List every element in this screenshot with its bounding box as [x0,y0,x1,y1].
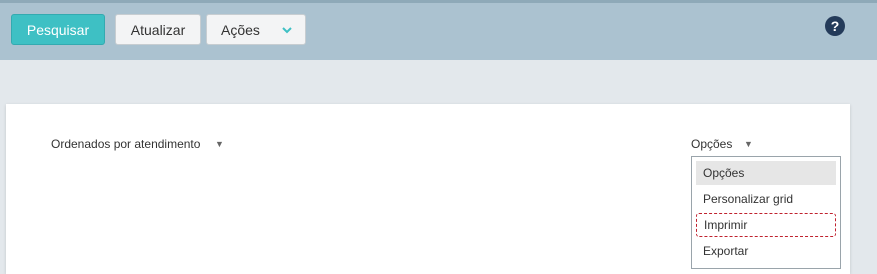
actions-dropdown-button[interactable]: Ações [206,14,306,45]
sort-selector[interactable]: Ordenados por atendimento [51,137,200,151]
options-dropdown-menu: Opções Personalizar grid Imprimir Export… [691,156,841,269]
actions-label: Ações [221,21,260,38]
chevron-down-icon [282,27,292,34]
options-selector[interactable]: Opções [691,137,732,151]
help-icon[interactable]: ? [825,16,845,36]
caret-down-icon[interactable]: ▼ [215,139,224,149]
menu-item-export[interactable]: Exportar [696,239,836,263]
menu-item-customize-grid[interactable]: Personalizar grid [696,187,836,211]
search-button[interactable]: Pesquisar [11,14,105,45]
toolbar: Pesquisar Atualizar Ações ? [0,0,877,60]
refresh-button[interactable]: Atualizar [115,14,201,45]
menu-item-options[interactable]: Opções [696,161,836,185]
menu-item-print[interactable]: Imprimir [696,213,836,237]
caret-down-icon[interactable]: ▼ [744,139,753,149]
